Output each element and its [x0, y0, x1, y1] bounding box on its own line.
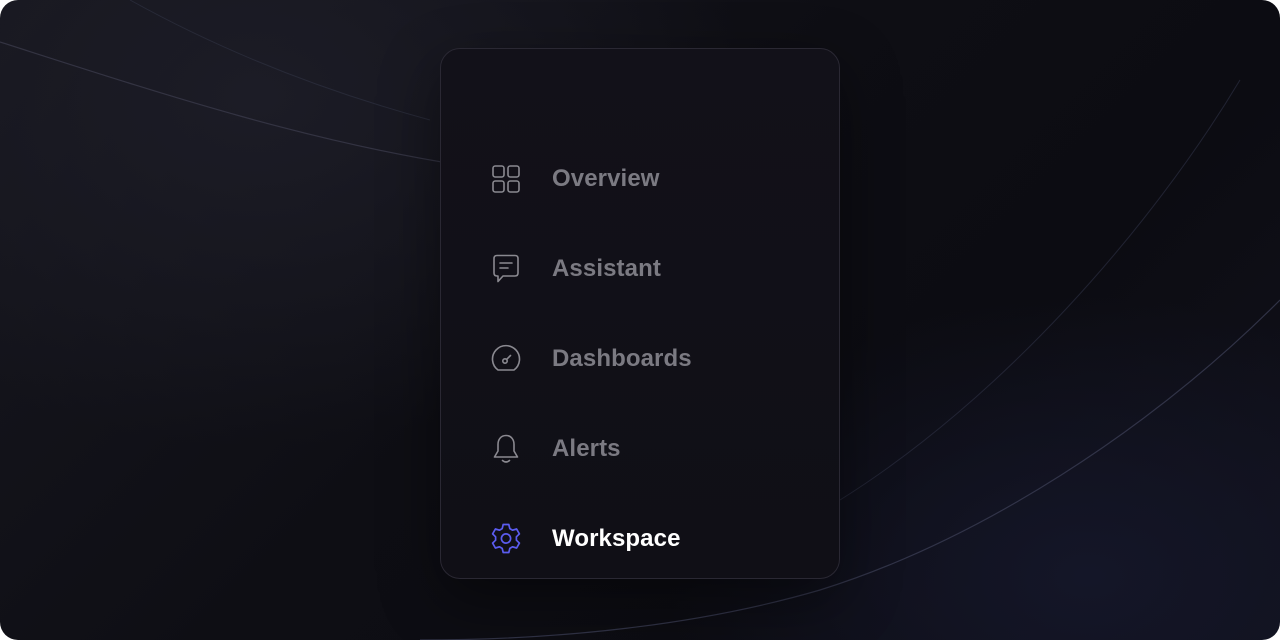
background: Overview Assistant Dashboards Alerts Wor… — [0, 0, 1280, 640]
navigation-menu: Overview Assistant Dashboards Alerts Wor… — [440, 48, 840, 579]
grid-icon — [488, 161, 524, 197]
bell-icon — [488, 431, 524, 467]
menu-item-label: Assistant — [552, 255, 661, 282]
chat-icon — [488, 251, 524, 287]
menu-item-assistant[interactable]: Assistant — [488, 249, 661, 289]
gauge-icon — [488, 341, 524, 377]
gear-icon — [488, 521, 524, 557]
menu-item-workspace[interactable]: Workspace — [488, 519, 681, 559]
menu-item-label: Alerts — [552, 435, 621, 462]
menu-item-label: Overview — [552, 165, 660, 192]
menu-item-label: Workspace — [552, 525, 681, 552]
menu-item-dashboards[interactable]: Dashboards — [488, 339, 692, 379]
menu-item-label: Dashboards — [552, 345, 692, 372]
menu-item-overview[interactable]: Overview — [488, 159, 660, 199]
menu-item-alerts[interactable]: Alerts — [488, 429, 621, 469]
